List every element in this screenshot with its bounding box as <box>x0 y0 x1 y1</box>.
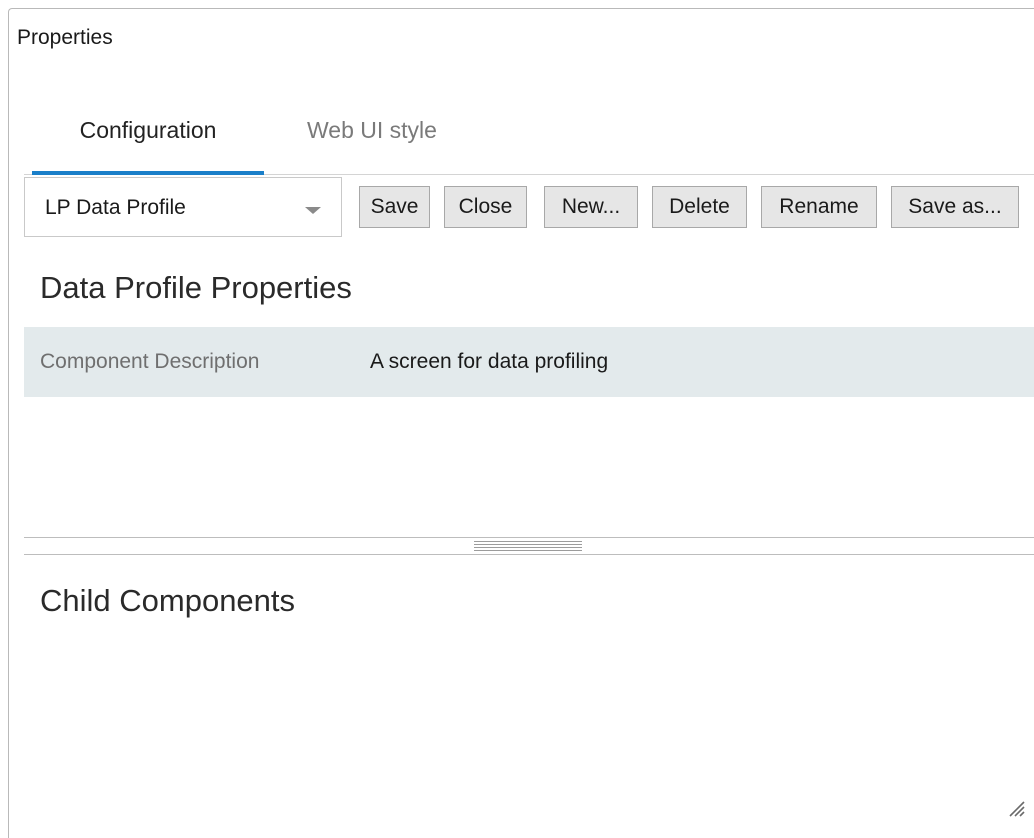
tab-bar: Configuration Web UI style <box>24 108 1034 175</box>
chevron-down-icon <box>305 207 321 214</box>
property-label: Component Description <box>40 350 260 373</box>
panel-title: Properties <box>17 26 113 49</box>
delete-button[interactable]: Delete <box>652 186 747 228</box>
new-button[interactable]: New... <box>544 186 638 228</box>
close-button[interactable]: Close <box>444 186 527 228</box>
property-row-component-description[interactable]: Component Description A screen for data … <box>24 327 1034 397</box>
splitter-grip-icon[interactable] <box>474 541 582 551</box>
data-profile-properties-heading: Data Profile Properties <box>40 270 352 305</box>
tab-configuration[interactable]: Configuration <box>32 108 264 175</box>
tab-web-ui-style[interactable]: Web UI style <box>292 108 452 174</box>
resize-grip-icon[interactable] <box>1000 792 1026 818</box>
toolbar: LP Data Profile Save Close New... Delete… <box>24 177 1034 241</box>
profile-select[interactable]: LP Data Profile <box>24 177 342 237</box>
child-components-heading: Child Components <box>40 583 296 618</box>
save-as-button[interactable]: Save as... <box>891 186 1019 228</box>
profile-select-value: LP Data Profile <box>45 196 186 219</box>
property-value[interactable]: A screen for data profiling <box>370 350 608 374</box>
pane-splitter[interactable] <box>24 537 1034 555</box>
rename-button[interactable]: Rename <box>761 186 877 228</box>
save-button[interactable]: Save <box>359 186 430 228</box>
